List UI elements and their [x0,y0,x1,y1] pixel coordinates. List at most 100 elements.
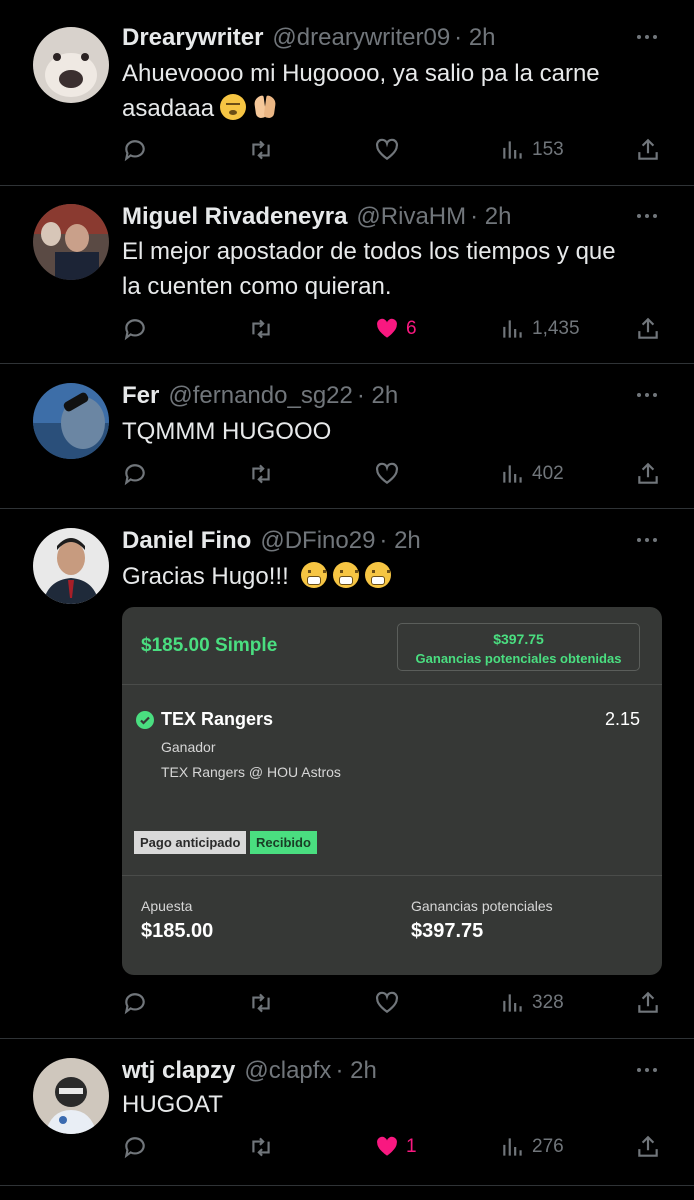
display-name[interactable]: Miguel Rivadeneyra [122,203,347,231]
share-icon [638,138,658,160]
reply-icon [124,993,145,1015]
views-button[interactable]: 1,435 [500,314,580,344]
retweet-button[interactable] [248,459,280,489]
share-icon [638,1135,658,1157]
share-button[interactable] [635,459,661,489]
views-icon [503,1138,522,1156]
reply-button[interactable] [122,459,154,489]
tweet-text: TQMMM HUGOOO [122,414,672,449]
timestamp[interactable]: · 2h [357,382,398,410]
share-button[interactable] [635,1132,661,1162]
avatar[interactable] [33,528,109,604]
timestamp[interactable]: · 2h [379,527,420,555]
bet-stake-title: $185.00 Simple [141,635,278,656]
retweet-button[interactable] [248,135,280,165]
more-options-icon[interactable] [634,1057,660,1083]
relieved-face-emoji [220,94,247,120]
grimacing-face-emoji [333,562,360,588]
retweet-button[interactable] [248,314,280,344]
stake-value: $185.00 [141,920,214,942]
user-handle[interactable]: @RivaHM [356,203,466,231]
views-icon [503,320,522,338]
retweet-icon [252,464,270,484]
reply-icon [124,140,145,162]
more-options-icon[interactable] [634,382,660,408]
share-button[interactable] [635,135,661,165]
views-button[interactable]: 276 [500,1132,564,1162]
retweet-button[interactable] [248,1132,280,1162]
reply-button[interactable] [122,135,154,165]
views-button[interactable]: 328 [500,988,564,1018]
display-name[interactable]: Fer [122,382,159,410]
like-button[interactable] [374,988,406,1018]
user-handle[interactable]: @fernando_sg22 [168,382,353,410]
reply-button[interactable] [122,314,154,344]
retweet-button[interactable] [248,988,280,1018]
heart-icon [376,991,398,1013]
bet-market: Ganador [161,739,216,755]
reply-button[interactable] [122,1132,154,1162]
heart-icon [376,462,398,484]
retweet-icon [252,319,270,339]
timestamp[interactable]: · 2h [335,1057,376,1085]
early-payout-badge: Pago anticipado [134,831,247,854]
divider [122,875,662,876]
view-count: 328 [532,992,564,1013]
heart-filled-icon [377,1136,397,1156]
tweet[interactable]: Drearywriter @drearywriter09 · 2h Ahuevo… [0,0,694,186]
folded-hands-emoji [252,94,278,120]
like-button[interactable]: 1 [374,1132,417,1162]
tweet-text-line: HUGOAT [122,1091,223,1118]
tweet-text-line: Ahuevoooo mi Hugoooo, ya salio pa la car… [122,60,600,87]
tweet-text-line: Gracias Hugo!!! [122,559,672,594]
views-button[interactable]: 153 [500,135,564,165]
winnings-label: Ganancias potenciales [411,898,553,914]
views-icon [503,141,522,159]
avatar[interactable] [33,204,109,280]
avatar[interactable] [33,1058,109,1134]
display-name[interactable]: Daniel Fino [122,527,251,555]
more-options-icon[interactable] [634,527,660,553]
tweet-actions: 6 1,435 [0,314,694,344]
more-options-icon[interactable] [634,203,660,229]
share-button[interactable] [635,988,661,1018]
bet-team: TEX Rangers [161,709,274,729]
timestamp[interactable]: · 2h [470,203,511,231]
retweet-icon [252,140,270,160]
avatar[interactable] [33,27,109,103]
tweet[interactable]: Fer @fernando_sg22 · 2h TQMMM HUGOOO 402 [0,364,694,509]
views-button[interactable]: 402 [500,459,564,489]
retweet-icon [252,993,270,1013]
bet-matchup: TEX Rangers @ HOU Astros [161,764,341,780]
tweet-text: HUGOAT [122,1087,672,1122]
view-count: 402 [532,463,564,484]
display-name[interactable]: Drearywriter [122,24,263,52]
reply-icon [124,319,145,341]
like-button[interactable] [374,459,406,489]
more-options-icon[interactable] [634,24,660,50]
reply-button[interactable] [122,988,154,1018]
like-button[interactable] [374,135,406,165]
user-handle[interactable]: @clapfx [244,1057,331,1085]
tweet-actions: 153 [0,135,694,165]
tweet-text: Ahuevoooo mi Hugoooo, ya salio pa la car… [122,56,672,126]
tweet[interactable]: Miguel Rivadeneyra @RivaHM · 2h El mejor… [0,186,694,364]
user-handle[interactable]: @DFino29 [260,527,375,555]
share-button[interactable] [635,314,661,344]
tweet-text: Gracias Hugo!!! [122,559,672,594]
timestamp[interactable]: · 2h [454,24,495,52]
heart-filled-icon [377,318,397,338]
bet-slip-card[interactable]: $185.00 Simple $397.75 Ganancias potenci… [122,607,662,975]
like-count: 6 [406,318,417,339]
display-name[interactable]: wtj clapzy [122,1057,235,1085]
tweet-text-line: la cuenten como quieran. [122,273,392,300]
bet-odds: 2.15 [604,709,640,729]
like-button[interactable]: 6 [374,314,417,344]
stake-label: Apuesta [141,898,193,914]
user-handle[interactable]: @drearywriter09 [272,24,450,52]
tweet[interactable]: Daniel Fino @DFino29 · 2h Gracias Hugo!!… [0,509,694,1039]
view-count: 1,435 [532,318,580,339]
tweet[interactable]: wtj clapzy @clapfx · 2h HUGOAT 1 276 [0,1039,694,1186]
share-icon [638,462,658,484]
avatar[interactable] [33,383,109,459]
